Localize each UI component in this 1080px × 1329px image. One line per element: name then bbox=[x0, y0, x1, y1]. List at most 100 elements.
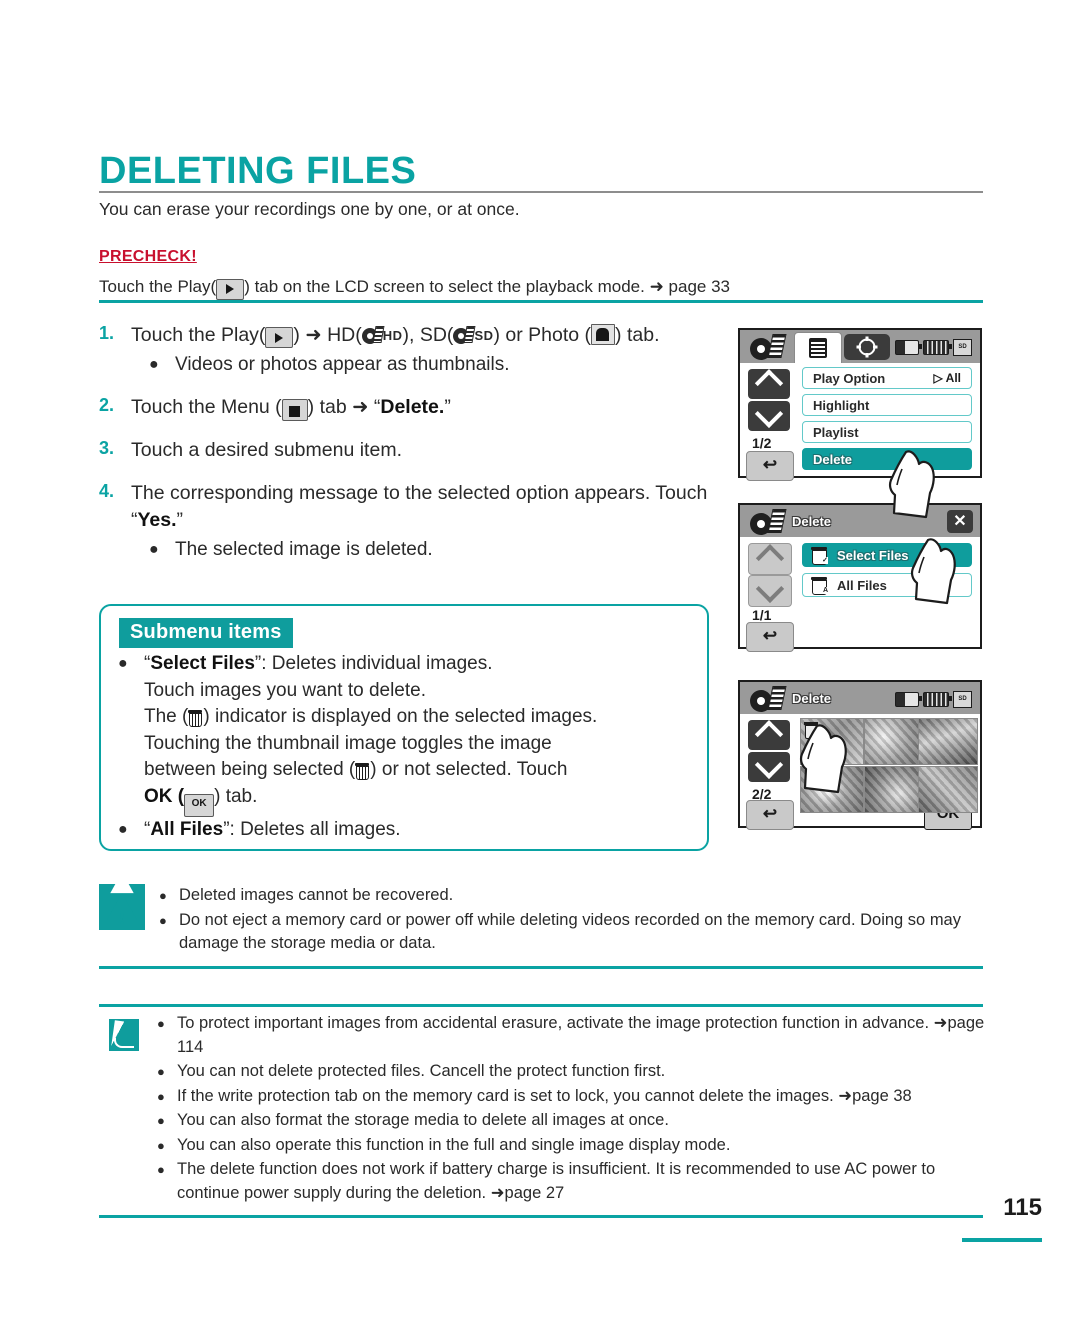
step-2-text-c: ” bbox=[444, 396, 451, 418]
lcd-body: 2/2 ↩ OK bbox=[740, 714, 980, 830]
submenu-item-select-files: ● “Select Files”: Deletes individual ima… bbox=[118, 651, 698, 817]
bullet-dot: ● bbox=[149, 356, 159, 373]
step-1-body: Touch the Play() ➜ HD(HD), SD(SD) or Pho… bbox=[131, 322, 659, 378]
back-button[interactable]: ↩ bbox=[746, 622, 794, 652]
step-1-text-b: ) ➜ HD( bbox=[293, 324, 362, 346]
submenu-select-files-line3b: ) indicator is displayed on the selected… bbox=[203, 706, 598, 727]
tab-settings[interactable] bbox=[844, 334, 890, 360]
delete-row-label: Select Files bbox=[837, 547, 909, 563]
memory-card-icon: SD bbox=[953, 691, 972, 708]
submenu-items-list: ● “Select Files”: Deletes individual ima… bbox=[118, 651, 698, 843]
lcd-screen-title: Delete bbox=[792, 691, 832, 706]
chevron-down-icon bbox=[754, 750, 784, 779]
section-divider bbox=[99, 966, 983, 969]
step-1-text-d: ) or Photo ( bbox=[493, 324, 592, 346]
sd-label: SD bbox=[474, 328, 494, 343]
step-2-body: Touch the Menu () tab ➜ “Delete.” bbox=[131, 394, 451, 421]
list-item: ● You can not delete protected files. Can… bbox=[157, 1060, 989, 1084]
step-4: 4. The corresponding message to the sele… bbox=[99, 480, 719, 563]
scroll-down-button[interactable] bbox=[748, 750, 790, 782]
chevron-down-icon bbox=[755, 574, 785, 603]
film-hd-icon bbox=[361, 326, 385, 346]
lcd-top-bar: Delete ✕ bbox=[740, 505, 980, 537]
menu-icon bbox=[809, 338, 827, 358]
submenu-all-files-body: “All Files”: Deletes all images. bbox=[144, 817, 401, 844]
battery-low-icon bbox=[895, 340, 922, 355]
submenu-all-files-tail: : Deletes all images. bbox=[229, 818, 401, 840]
chevron-up-icon bbox=[754, 720, 784, 749]
lcd-top-bar: Delete SD bbox=[740, 682, 980, 714]
menu-icon bbox=[281, 399, 308, 421]
chevron-down-icon bbox=[754, 399, 784, 428]
list-item: ● You can also operate this function in t… bbox=[157, 1134, 989, 1158]
warning-note-list: ● Deleted images cannot be recovered. ● Do… bbox=[159, 884, 989, 957]
ok-icon: OK bbox=[184, 793, 215, 817]
film-icon bbox=[750, 509, 787, 535]
submenu-select-files-line2: Touch images you want to delete. bbox=[144, 679, 427, 701]
step-2: 2. Touch the Menu () tab ➜ “Delete.” bbox=[99, 394, 719, 421]
menu-row-highlight[interactable]: Highlight bbox=[802, 394, 972, 416]
precheck-label: PRECHECK! bbox=[99, 248, 197, 265]
step-4-text-a: The corresponding message to the selecte… bbox=[131, 482, 708, 531]
warning-note-text: Do not eject a memory card or power off … bbox=[179, 910, 961, 953]
close-icon[interactable]: ✕ bbox=[947, 510, 973, 533]
list-item: ● If the write protection tab on the memo… bbox=[157, 1085, 989, 1109]
step-1-number: 1. bbox=[99, 323, 115, 343]
trash-all-icon: A bbox=[811, 576, 828, 595]
info-notice: ● To protect important images from accide… bbox=[99, 1010, 989, 1206]
trash-check-icon bbox=[188, 709, 203, 727]
scroll-up-button[interactable] bbox=[748, 720, 790, 750]
precheck-divider bbox=[99, 300, 983, 303]
precheck-text-a: Touch the Play( bbox=[99, 277, 217, 296]
step-4-text-c: ” bbox=[176, 509, 184, 531]
title-divider bbox=[99, 191, 983, 193]
bullet-dot: ● bbox=[149, 541, 159, 558]
info-note-text: You can not delete protected files. Canc… bbox=[177, 1062, 666, 1080]
info-note-list: ● To protect important images from accide… bbox=[157, 1012, 989, 1206]
scroll-up-button[interactable] bbox=[748, 369, 790, 399]
peppers-thumbnail[interactable] bbox=[918, 766, 978, 813]
memory-card-icon: SD bbox=[953, 339, 972, 356]
status-icons: SD bbox=[895, 339, 972, 356]
tab-menu[interactable] bbox=[794, 332, 842, 363]
steps-list: 1. Touch the Play() ➜ HD(HD), SD(SD) or … bbox=[99, 322, 719, 565]
hand-pointer-icon bbox=[790, 720, 852, 794]
back-button[interactable]: ↩ bbox=[746, 800, 794, 830]
manual-page: DELETING FILES You can erase your record… bbox=[0, 0, 1080, 1329]
step-1-bullet-text: Videos or photos appear as thumbnails. bbox=[175, 354, 510, 375]
submenu-select-files-tail: : Deletes individual images. bbox=[261, 653, 493, 674]
scroll-down-button[interactable] bbox=[748, 574, 792, 607]
step-1-text-e: ) tab. bbox=[615, 324, 660, 346]
lcd-menu-screen: SD 1/2 ↩ Play Option ▷ All Highlight Pla… bbox=[738, 328, 982, 481]
page-number: 115 bbox=[1003, 1194, 1042, 1221]
precheck-text: Touch the Play() tab on the LCD screen t… bbox=[99, 277, 989, 300]
trash-check-icon bbox=[355, 762, 370, 780]
submenu-select-files-line6b: ) tab. bbox=[214, 785, 258, 807]
info-note-text: To protect important images from acciden… bbox=[177, 1014, 985, 1056]
info-note-text: You can also operate this function in th… bbox=[177, 1135, 731, 1154]
submenu-select-files-body: “Select Files”: Deletes individual image… bbox=[144, 651, 597, 817]
info-note-text: The delete function does not work if bat… bbox=[177, 1160, 936, 1202]
submenu-select-files-line3a: The ( bbox=[144, 706, 189, 727]
cactus-thumbnail[interactable] bbox=[918, 718, 978, 765]
step-1: 1. Touch the Play() ➜ HD(HD), SD(SD) or … bbox=[99, 322, 719, 378]
note-icon bbox=[99, 1010, 143, 1054]
bullet-dot: ● bbox=[118, 655, 128, 672]
film-tab-icon[interactable] bbox=[750, 334, 787, 360]
step-1-text-c: ), SD( bbox=[402, 324, 454, 346]
step-2-text-b: ) tab ➜ “ bbox=[307, 396, 381, 418]
status-icons: SD bbox=[895, 691, 972, 708]
intro-text: You can erase your recordings one by one… bbox=[99, 199, 520, 219]
submenu-select-files-line4: Touching the thumbnail image toggles the… bbox=[144, 732, 552, 754]
bullet-dot: ● bbox=[118, 820, 128, 838]
back-button[interactable]: ↩ bbox=[746, 451, 794, 481]
menu-row-play-option[interactable]: Play Option ▷ All bbox=[802, 367, 972, 389]
menu-row-label: Highlight bbox=[813, 397, 870, 413]
play-icon bbox=[265, 327, 294, 348]
warning-note-text: Deleted images cannot be recovered. bbox=[179, 886, 454, 904]
scroll-down-button[interactable] bbox=[748, 399, 790, 431]
menu-row-playlist[interactable]: Playlist bbox=[802, 421, 972, 443]
gear-icon bbox=[858, 338, 876, 356]
scroll-up-button[interactable] bbox=[748, 543, 792, 575]
chevron-up-icon bbox=[755, 544, 785, 573]
